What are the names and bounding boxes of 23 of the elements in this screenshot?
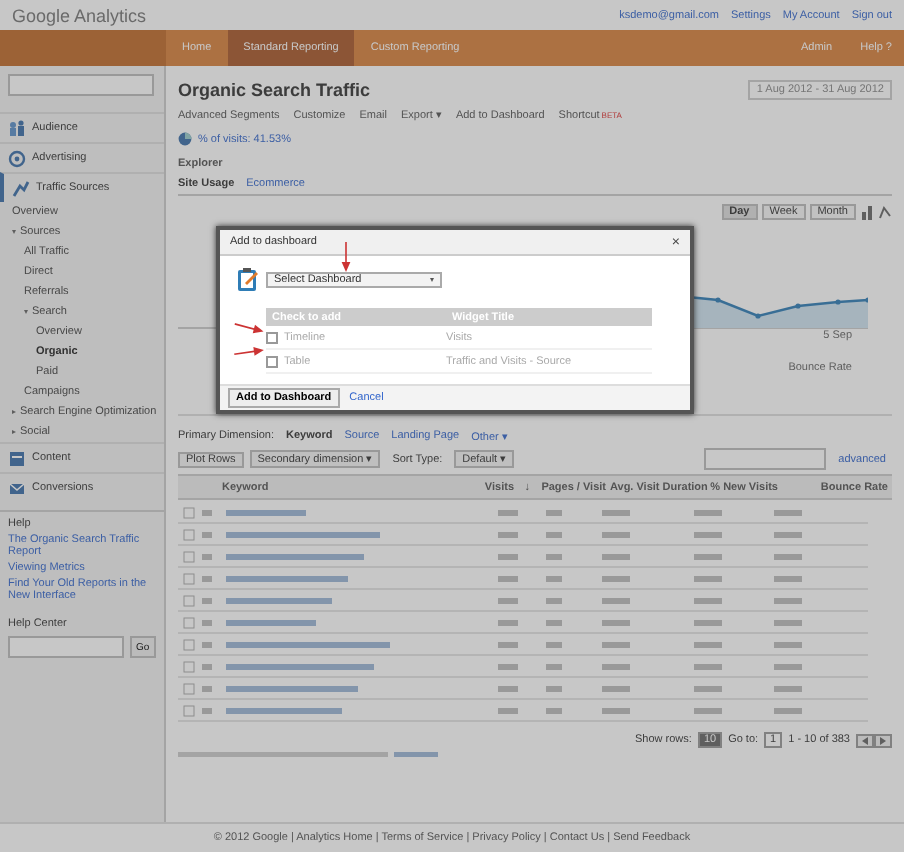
- annotation-arrow-icon: [233, 343, 267, 361]
- clipboard-icon: [236, 266, 260, 292]
- search-field[interactable]: [8, 74, 154, 96]
- table-search-field[interactable]: [704, 448, 827, 470]
- logo: Google Analytics: [12, 5, 147, 25]
- help-search-field[interactable]: [8, 636, 124, 658]
- envelope-icon: [8, 479, 26, 497]
- report-title: Organic Search Traffic: [178, 80, 371, 100]
- checkbox[interactable]: [266, 331, 278, 343]
- expand-arrow-icon[interactable]: [24, 310, 28, 314]
- expand-arrow-icon[interactable]: [12, 430, 16, 434]
- annotation-arrow-icon: [340, 242, 352, 274]
- annotation-arrow-icon: [233, 318, 267, 338]
- target-icon: [8, 149, 26, 167]
- checkbox[interactable]: [266, 355, 278, 367]
- expand-arrow-icon[interactable]: [12, 230, 16, 234]
- chart-type-icon[interactable]: [860, 204, 892, 220]
- chart-line-icon: [12, 179, 30, 197]
- expand-arrow-icon[interactable]: [12, 410, 16, 414]
- people-icon: [8, 119, 26, 137]
- pie-chart-icon: [178, 132, 192, 146]
- pager-arrows-icon[interactable]: [856, 733, 892, 747]
- document-icon: [8, 449, 26, 467]
